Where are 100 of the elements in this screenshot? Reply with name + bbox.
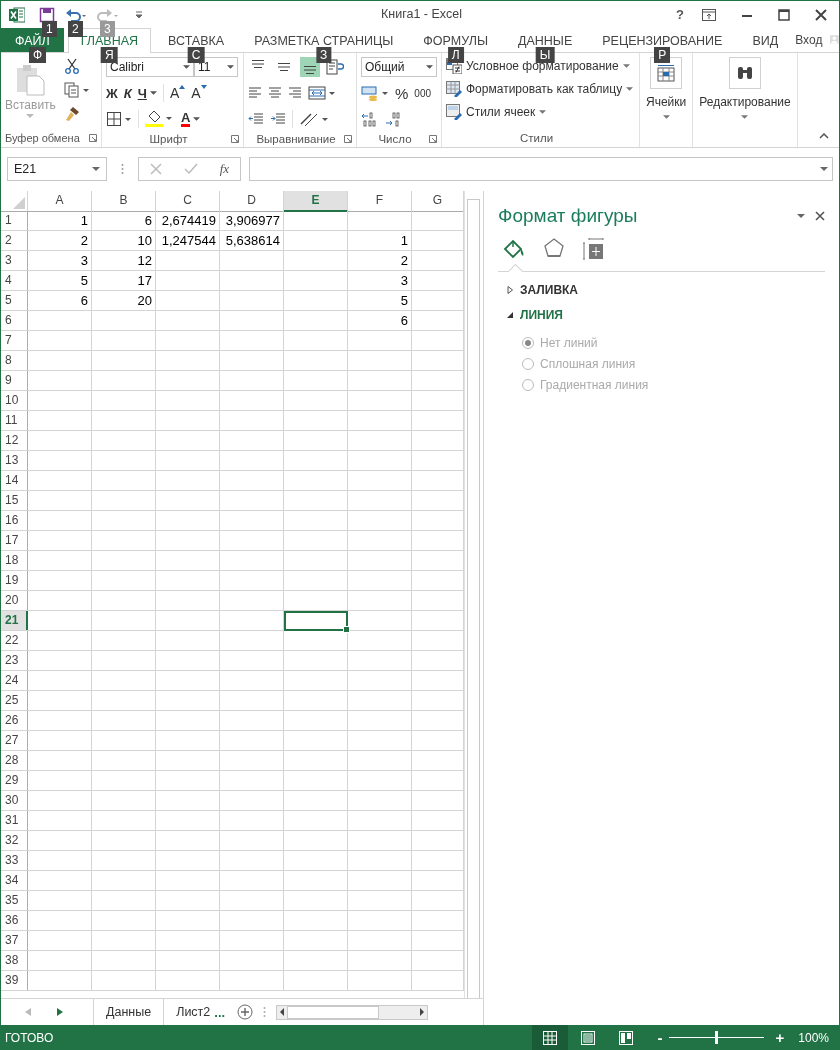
caret-icon[interactable] bbox=[797, 214, 805, 218]
row-header[interactable]: 33 bbox=[1, 851, 28, 870]
row-header[interactable]: 5 bbox=[1, 291, 28, 310]
thousands-button[interactable]: 000 bbox=[414, 87, 432, 99]
dialog-launcher-icon[interactable] bbox=[89, 134, 97, 142]
help-button[interactable]: ? bbox=[676, 7, 684, 22]
collapse-ribbon-icon[interactable] bbox=[819, 133, 829, 139]
column-header[interactable]: G bbox=[412, 191, 464, 212]
row-header[interactable]: 3 bbox=[1, 251, 28, 270]
row-header[interactable]: 11 bbox=[1, 411, 28, 430]
fill-color-icon[interactable] bbox=[145, 110, 173, 128]
shrink-font-button[interactable]: A bbox=[191, 85, 207, 101]
section-header[interactable]: ЗАЛИВКА bbox=[498, 283, 579, 297]
fill-handle[interactable] bbox=[343, 626, 350, 633]
cell-styles-button[interactable]: Стили ячеек bbox=[446, 102, 635, 122]
scroll-thumb[interactable] bbox=[287, 1005, 380, 1019]
dialog-launcher-icon[interactable] bbox=[429, 135, 437, 143]
row-header[interactable]: 8 bbox=[1, 351, 28, 370]
row-header[interactable]: 13 bbox=[1, 451, 28, 470]
row-header[interactable]: 10 bbox=[1, 391, 28, 410]
row-header[interactable]: 16 bbox=[1, 511, 28, 530]
row-header[interactable]: 2 bbox=[1, 231, 28, 250]
row-header[interactable]: 6 bbox=[1, 311, 28, 330]
active-cell[interactable] bbox=[284, 611, 348, 631]
row-header[interactable]: 34 bbox=[1, 871, 28, 890]
row-header[interactable]: 17 bbox=[1, 531, 28, 550]
zoom-out-button[interactable]: - bbox=[657, 1029, 663, 1046]
row-header[interactable]: 35 bbox=[1, 891, 28, 910]
italic-button[interactable]: К bbox=[123, 85, 132, 101]
row-header[interactable]: 1 bbox=[1, 211, 28, 230]
scroll-left-icon[interactable] bbox=[280, 1008, 285, 1016]
zoom-in-button[interactable]: + bbox=[775, 1029, 785, 1046]
column-header[interactable]: A bbox=[28, 191, 92, 212]
dialog-launcher-icon[interactable] bbox=[344, 135, 352, 143]
insert-function-button[interactable]: fx bbox=[219, 161, 230, 177]
row-header[interactable]: 12 bbox=[1, 431, 28, 450]
row-header[interactable]: 32 bbox=[1, 831, 28, 850]
decrease-decimal-icon[interactable] bbox=[385, 111, 403, 127]
size-properties-tab[interactable] bbox=[582, 237, 606, 261]
row-header[interactable]: 18 bbox=[1, 551, 28, 570]
align-right-icon[interactable] bbox=[288, 86, 302, 100]
row-header[interactable]: 29 bbox=[1, 771, 28, 790]
column-header[interactable]: E bbox=[284, 191, 348, 212]
percent-button[interactable]: % bbox=[395, 84, 409, 102]
increase-decimal-icon[interactable] bbox=[361, 111, 379, 127]
row-header[interactable]: 26 bbox=[1, 711, 28, 730]
caret-icon[interactable] bbox=[193, 117, 201, 121]
row-header[interactable]: 28 bbox=[1, 751, 28, 770]
row-header[interactable]: 21 bbox=[1, 611, 28, 630]
align-left-icon[interactable] bbox=[248, 86, 262, 100]
format-as-table-button[interactable]: Форматировать как таблицу bbox=[446, 79, 635, 99]
close-icon[interactable] bbox=[815, 8, 827, 21]
row-header[interactable]: 22 bbox=[1, 631, 28, 650]
cut-icon[interactable] bbox=[63, 58, 80, 74]
copy-icon[interactable] bbox=[63, 82, 90, 98]
maximize-icon[interactable] bbox=[778, 8, 790, 21]
row-header[interactable]: 14 bbox=[1, 471, 28, 490]
section-header[interactable]: ЛИНИЯ bbox=[498, 308, 563, 322]
row-header[interactable]: 15 bbox=[1, 491, 28, 510]
increase-indent-icon[interactable] bbox=[270, 112, 286, 126]
row-header[interactable]: 37 bbox=[1, 931, 28, 950]
column-header[interactable]: F bbox=[348, 191, 412, 212]
horizontal-scrollbar[interactable] bbox=[276, 1004, 429, 1020]
row-header[interactable]: 36 bbox=[1, 911, 28, 930]
normal-view-button[interactable] bbox=[531, 1025, 568, 1050]
scroll-right-icon[interactable] bbox=[420, 1008, 425, 1016]
row-header[interactable]: 9 bbox=[1, 371, 28, 390]
next-sheet-icon[interactable] bbox=[57, 1008, 63, 1016]
zoom-thumb[interactable] bbox=[715, 1031, 719, 1044]
customize-toolbar-icon[interactable] bbox=[135, 10, 143, 19]
save-button[interactable] bbox=[39, 6, 55, 23]
sign-in-link[interactable]: Вход bbox=[795, 33, 823, 47]
ribbon-tab[interactable]: ВИД bbox=[739, 28, 792, 52]
scroll-thumb[interactable] bbox=[466, 199, 480, 998]
bold-button[interactable]: Ж bbox=[106, 85, 118, 101]
row-header[interactable]: 19 bbox=[1, 571, 28, 590]
decrease-indent-icon[interactable] bbox=[248, 112, 264, 126]
row-header[interactable]: 24 bbox=[1, 671, 28, 690]
fill-line-tab[interactable] bbox=[502, 237, 526, 261]
ribbon-display-icon[interactable] bbox=[702, 8, 716, 21]
row-header[interactable]: 39 bbox=[1, 971, 28, 990]
close-icon[interactable] bbox=[815, 211, 825, 221]
row-header[interactable]: 7 bbox=[1, 331, 28, 350]
row-header[interactable]: 38 bbox=[1, 951, 28, 970]
formula-input[interactable] bbox=[249, 157, 833, 181]
row-header[interactable]: 31 bbox=[1, 811, 28, 830]
grow-font-button[interactable]: A bbox=[169, 85, 186, 101]
row-header[interactable]: 23 bbox=[1, 651, 28, 670]
name-box[interactable]: E21 bbox=[7, 157, 107, 181]
number-format-field[interactable]: Общий bbox=[361, 57, 437, 77]
vertical-scrollbar[interactable] bbox=[464, 191, 481, 998]
bottom-align-button[interactable] bbox=[300, 57, 320, 77]
more-sheets-button[interactable]: ... bbox=[214, 1004, 226, 1020]
borders-icon[interactable] bbox=[106, 111, 132, 127]
zoom-level[interactable]: 100% bbox=[798, 1030, 829, 1045]
column-header[interactable]: B bbox=[92, 191, 156, 212]
align-center-icon[interactable] bbox=[268, 86, 282, 100]
dialog-launcher-icon[interactable] bbox=[231, 135, 239, 143]
format-painter-icon[interactable] bbox=[63, 106, 80, 122]
row-header[interactable]: 4 bbox=[1, 271, 28, 290]
